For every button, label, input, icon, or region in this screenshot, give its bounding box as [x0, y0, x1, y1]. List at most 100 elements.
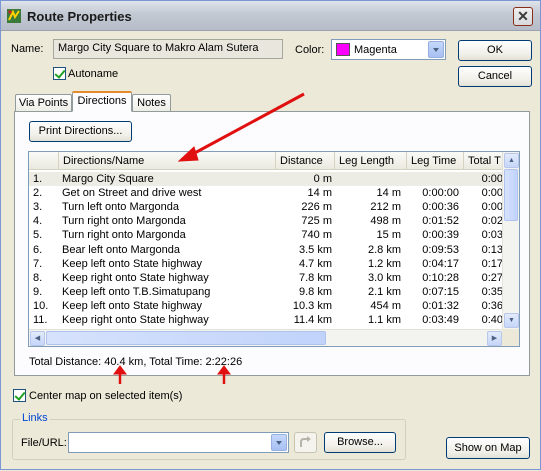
cell-leg-length: 2.1 km [367, 285, 401, 298]
cell-name: Turn right onto Margonda [62, 215, 186, 228]
cell-leg-length: 1.1 km [367, 314, 401, 326]
chevron-down-icon[interactable] [271, 434, 287, 451]
column-header-number[interactable] [29, 152, 59, 170]
go-arrow-icon [300, 436, 311, 447]
cell-distance: 11.4 km [293, 314, 332, 326]
cell-leg-length: 15 m [376, 229, 401, 242]
scrollbar-corner [502, 329, 519, 346]
cell-total-time: 0:40 [481, 314, 503, 326]
name-field[interactable]: Margo City Square to Makro Alam Sutera [53, 39, 283, 59]
column-header-leg-time[interactable]: Leg Time [407, 152, 464, 170]
table-row[interactable]: 2. Get on Street and drive west 14 m 14 m 0:… [29, 186, 503, 200]
file-url-label: File/URL: [21, 437, 67, 449]
color-swatch [336, 43, 350, 56]
table-row[interactable]: 6. Bear left onto Margonda 3.5 km 2.8 km 0:0… [29, 243, 503, 257]
vertical-scrollbar[interactable]: ▲ ▼ [502, 152, 519, 329]
close-icon: ✕ [517, 8, 529, 24]
cell-number: 9. [33, 285, 43, 298]
cancel-button[interactable]: Cancel [458, 66, 532, 87]
table-row[interactable]: 8. Keep right onto State highway 7.8 km 3.0… [29, 271, 503, 285]
links-group-title: Links [20, 412, 50, 424]
table-row[interactable]: 11. Keep right onto State highway 11.4 km 1… [29, 313, 503, 327]
cell-leg-time: 0:01:52 [422, 215, 459, 228]
cell-leg-time: 0:03:49 [422, 314, 459, 326]
cell-number: 11. [33, 314, 48, 326]
cell-total-time: 0:03 [481, 229, 503, 242]
close-button[interactable]: ✕ [513, 7, 533, 26]
cell-leg-time: 0:04:17 [422, 257, 459, 270]
cell-total-time: 0:17 [481, 257, 503, 270]
cell-distance: 4.7 km [298, 257, 332, 270]
table-row[interactable]: 1. Margo City Square 0 m 0:00 [29, 172, 503, 186]
column-header-name[interactable]: Directions/Name [59, 152, 276, 170]
chevron-down-icon[interactable] [428, 41, 444, 58]
open-link-button[interactable] [294, 432, 317, 453]
table-row[interactable]: 4. Turn right onto Margonda 725 m 498 m 0:01… [29, 214, 503, 228]
scroll-down-icon[interactable]: ▼ [504, 313, 519, 328]
cell-leg-time: 0:07:15 [422, 285, 459, 298]
color-select[interactable]: Magenta [331, 39, 446, 60]
file-url-input[interactable] [68, 432, 289, 453]
show-on-map-button[interactable]: Show on Map [446, 437, 530, 459]
cell-distance: 14 m [307, 187, 332, 200]
cell-number: 6. [33, 243, 43, 256]
autoname-checkbox[interactable] [53, 67, 66, 80]
table-row[interactable]: 3. Turn left onto Margonda 226 m 212 m 0:00:… [29, 200, 503, 214]
cell-name: Keep left onto State highway [62, 257, 203, 270]
color-value: Magenta [354, 44, 397, 56]
horizontal-scroll-thumb[interactable] [46, 331, 326, 345]
cell-leg-length: 3.0 km [367, 271, 401, 284]
cell-leg-length: 212 m [370, 201, 401, 214]
table-row[interactable]: 5. Turn right onto Margonda 740 m 15 m 0:00:… [29, 228, 503, 242]
cell-distance: 725 m [301, 215, 332, 228]
column-header-leg-length[interactable]: Leg Length [335, 152, 407, 170]
cell-name: Keep left onto T.B.Simatupang [62, 285, 211, 298]
center-map-checkbox[interactable] [13, 389, 26, 402]
cell-leg-length [337, 172, 401, 186]
cell-number: 5. [33, 229, 43, 242]
table-row[interactable]: 10. Keep left onto State highway 10.3 km 45… [29, 299, 503, 313]
table-row[interactable]: 9. Keep left onto T.B.Simatupang 9.8 km 2.1… [29, 285, 503, 299]
name-label: Name: [11, 43, 44, 55]
cell-total-time: 0:27 [481, 271, 503, 284]
column-header-distance[interactable]: Distance [276, 152, 335, 170]
horizontal-scrollbar[interactable]: ◀ ▶ [29, 329, 503, 346]
scroll-left-icon[interactable]: ◀ [30, 331, 45, 346]
cell-distance: 226 m [301, 201, 332, 214]
cell-number: 4. [33, 215, 43, 228]
cell-distance: 9.8 km [298, 285, 332, 298]
autoname-label: Autoname [68, 68, 119, 80]
title-bar[interactable]: Route Properties ✕ [1, 1, 540, 31]
cell-distance: 740 m [301, 229, 332, 242]
scroll-right-icon[interactable]: ▶ [487, 331, 502, 346]
ok-button[interactable]: OK [458, 40, 532, 61]
cell-name: Bear left onto Margonda [62, 243, 181, 256]
cell-name: Turn left onto Margonda [62, 201, 179, 214]
cell-number: 10. [33, 299, 49, 312]
cell-number: 2. [33, 187, 43, 200]
print-directions-button[interactable]: Print Directions... [29, 121, 132, 142]
table-row[interactable]: 7. Keep left onto State highway 4.7 km 1.2 … [29, 257, 503, 271]
cell-total-time: 0:00 [481, 173, 503, 185]
cell-leg-time: 0:00:00 [422, 187, 459, 200]
cell-leg-time: 0:10:28 [422, 271, 459, 284]
cell-leg-time: 0:00:36 [422, 201, 459, 214]
directions-table: Directions/Name Distance Leg Length Leg … [28, 151, 520, 347]
cell-name: Get on Street and drive west [62, 187, 202, 200]
vertical-scroll-thumb[interactable] [504, 169, 518, 221]
cell-leg-time [409, 172, 459, 186]
cell-name: Margo City Square [62, 173, 154, 185]
cell-leg-length: 1.2 km [367, 257, 401, 270]
window-title: Route Properties [27, 9, 132, 24]
cell-leg-time: 0:09:53 [422, 243, 459, 256]
cell-leg-length: 498 m [370, 215, 401, 228]
route-summary: Total Distance: 40.4 km, Total Time: 2:2… [29, 356, 243, 368]
cell-total-time: 0:00 [481, 187, 503, 200]
scroll-up-icon[interactable]: ▲ [504, 153, 519, 168]
cell-total-time: 0:13 [481, 243, 503, 256]
cell-total-time: 0:02 [481, 215, 503, 228]
cell-leg-time: 0:01:32 [422, 299, 459, 312]
cell-total-time: 0:00 [481, 201, 503, 214]
browse-button[interactable]: Browse... [324, 432, 396, 453]
tab-directions[interactable]: Directions [72, 91, 132, 112]
